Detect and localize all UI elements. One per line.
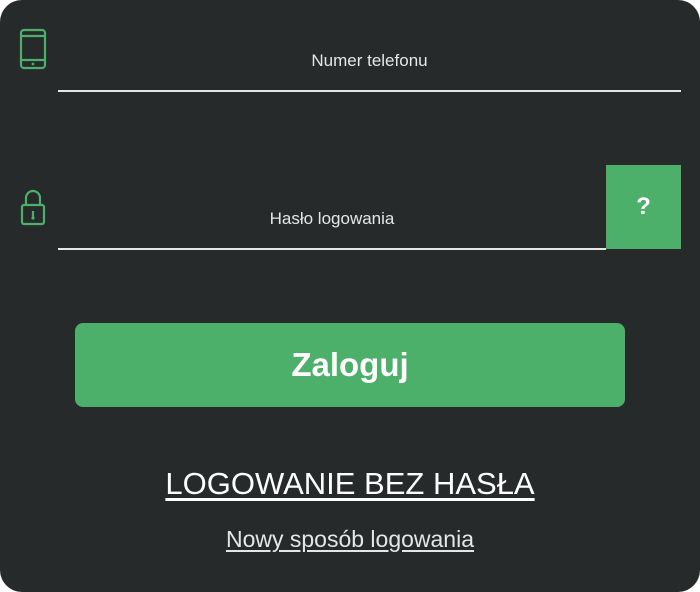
password-input[interactable] (58, 190, 606, 250)
password-help-button[interactable]: ? (606, 165, 681, 249)
new-login-method-link[interactable]: Nowy sposób logowania (0, 526, 700, 553)
login-panel: ? Zaloguj LOGOWANIE BEZ HASŁA Nowy sposó… (0, 0, 700, 592)
login-button[interactable]: Zaloguj (75, 323, 625, 407)
phone-number-input[interactable] (58, 32, 681, 92)
phone-icon (18, 27, 48, 71)
lock-icon (18, 186, 48, 230)
passwordless-login-link[interactable]: LOGOWANIE BEZ HASŁA (0, 466, 700, 502)
